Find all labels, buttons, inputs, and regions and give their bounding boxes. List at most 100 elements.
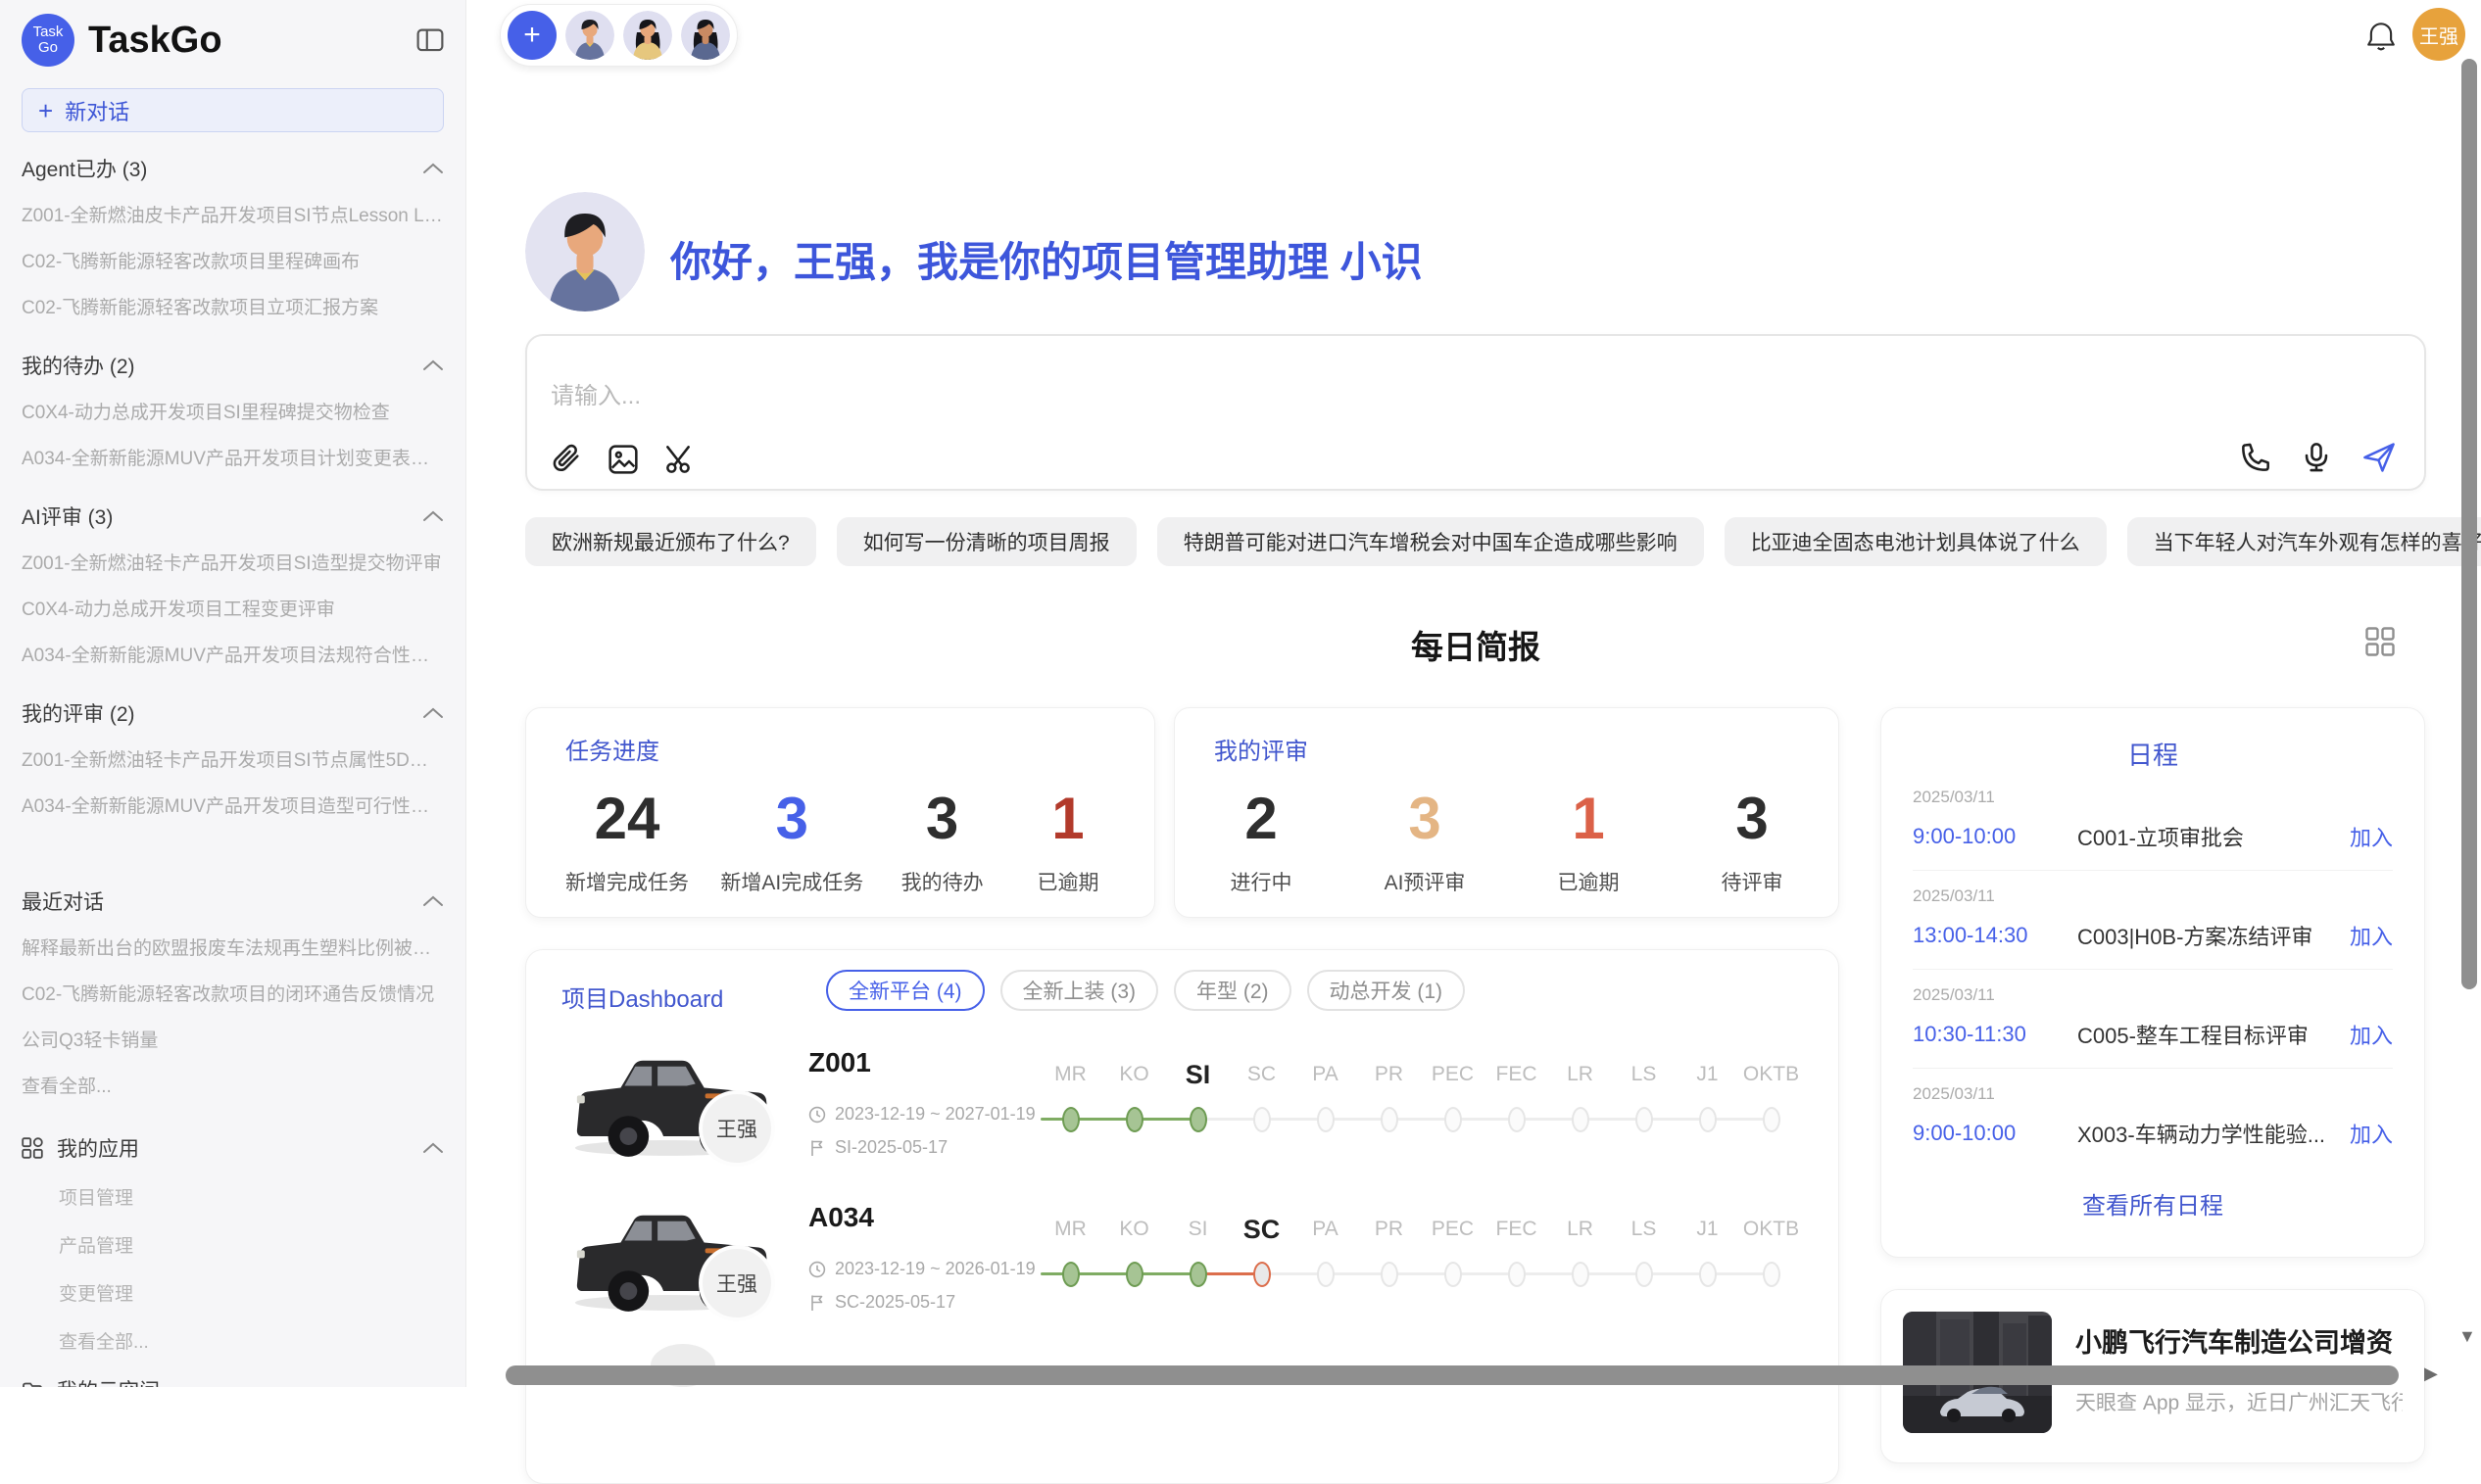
scissors-icon[interactable] — [664, 444, 696, 475]
app-item[interactable]: 变更管理 — [22, 1269, 444, 1316]
dashboard-tab[interactable]: 全新上装 (3) — [1000, 970, 1159, 1011]
app-item[interactable]: 项目管理 — [22, 1173, 444, 1221]
send-icon[interactable] — [2361, 440, 2397, 475]
milestone-dot-pending — [1635, 1262, 1653, 1287]
suggestion-chip[interactable]: 特朗普可能对进口汽车增税会对中国车企造成哪些影响 — [1157, 517, 1704, 566]
sidebar-item[interactable]: Z001-全新燃油皮卡产品开发项目SI节点Lesson Learn报告 — [22, 191, 444, 237]
image-icon[interactable] — [608, 444, 639, 475]
sidebar-item[interactable]: A034-全新新能源MUV产品开发项目法规符合性评审 — [22, 631, 444, 677]
milestone-label: PR — [1357, 1218, 1421, 1241]
sidebar-item[interactable]: C02-飞腾新能源轻客改款项目里程碑画布 — [22, 237, 444, 283]
milestone-dot-done — [1062, 1107, 1080, 1132]
milestone-dot-pending — [1444, 1262, 1462, 1287]
stat: 1已逾期 — [1021, 788, 1115, 896]
chevron-up-icon — [422, 895, 444, 907]
chevron-up-icon — [422, 359, 444, 371]
stat: 24新增完成任务 — [565, 788, 689, 896]
milestone-label: J1 — [1676, 1063, 1739, 1086]
scroll-down-arrow-icon[interactable]: ▼ — [2458, 1326, 2476, 1347]
agent-avatar[interactable] — [681, 11, 730, 60]
sidebar-item[interactable]: 解释最新出台的欧盟报废车法规再生塑料比例被调至15%... — [22, 924, 444, 970]
project-row[interactable]: 王强A0342023-12-19 ~ 2026-01-19SC-2025-05-… — [526, 1182, 1838, 1337]
suggestion-chip[interactable]: 比亚迪全固态电池计划具体说了什么 — [1725, 517, 2107, 566]
dashboard-tabs: 全新平台 (4) 全新上装 (3) 年型 (2) 动总开发 (1) — [826, 970, 1465, 1011]
brief-layout-grid-icon[interactable] — [2365, 627, 2395, 656]
app-item[interactable]: 查看全部... — [22, 1316, 444, 1364]
join-link[interactable]: 加入 — [2350, 1019, 2393, 1050]
join-link[interactable]: 加入 — [2350, 1118, 2393, 1149]
suggestion-chip[interactable]: 如何写一份清晰的项目周报 — [837, 517, 1137, 566]
dashboard-tab[interactable]: 全新平台 (4) — [826, 970, 985, 1011]
milestone-label: SI — [1166, 1060, 1230, 1090]
sidebar-link-folder[interactable]: 我的云空间 — [22, 1364, 444, 1387]
schedule-time: 9:00-10:00 — [1913, 1121, 2077, 1146]
milestone-label: OKTB — [1739, 1063, 1803, 1086]
milestone-label: SC — [1230, 1063, 1293, 1086]
my-review-card: 我的评审 2进行中3AI预评审1已逾期3待评审 — [1174, 707, 1839, 918]
agent-avatar[interactable] — [565, 11, 614, 60]
stat-label: 已逾期 — [1541, 867, 1635, 896]
section-title: Agent已办 (3) — [22, 154, 147, 183]
collapse-sidebar-icon[interactable] — [416, 28, 444, 52]
schedule-item: 2025/03/119:00-10:00X003-车辆动力学性能验...加入 — [1913, 1069, 2393, 1167]
join-link[interactable]: 加入 — [2350, 821, 2393, 852]
sidebar-item[interactable]: C0X4-动力总成开发项目工程变更评审 — [22, 585, 444, 631]
section-header[interactable]: 我的待办 (2) — [22, 343, 444, 388]
milestone-dot-pending — [1508, 1107, 1526, 1132]
sidebar-item[interactable]: A034-全新新能源MUV产品开发项目造型可行性评审 — [22, 782, 444, 828]
scroll-right-arrow-icon[interactable]: ▶ — [2424, 1364, 2438, 1384]
sidebar-item[interactable]: C02-飞腾新能源轻客改款项目立项汇报方案 — [22, 283, 444, 329]
dashboard-tab[interactable]: 年型 (2) — [1174, 970, 1291, 1011]
sidebar-item[interactable]: Z001-全新燃油轻卡产品开发项目SI节点属性5D文件评审 — [22, 736, 444, 782]
sidebar-item[interactable]: Z001-全新燃油轻卡产品开发项目SI造型提交物评审 — [22, 539, 444, 585]
stat: 2进行中 — [1214, 788, 1308, 896]
join-link[interactable]: 加入 — [2350, 920, 2393, 951]
section-header[interactable]: 我的评审 (2) — [22, 691, 444, 736]
dashboard-tab[interactable]: 动总开发 (1) — [1307, 970, 1466, 1011]
task-progress-card: 任务进度 24新增完成任务3新增AI完成任务3我的待办1已逾期 — [525, 707, 1155, 918]
milestone-dot-pending — [1317, 1262, 1335, 1287]
stat: 3待评审 — [1705, 788, 1799, 896]
project-owner-avatar: 王强 — [699, 1090, 775, 1167]
stat-value: 3 — [1378, 788, 1472, 849]
section-header[interactable]: Agent已办 (3) — [22, 146, 444, 191]
chevron-up-icon — [422, 510, 444, 522]
view-all-schedule-link[interactable]: 查看所有日程 — [1913, 1186, 2393, 1221]
section-header[interactable]: AI评审 (3) — [22, 494, 444, 539]
agent-avatar[interactable] — [623, 11, 672, 60]
project-flag: SC-2025-05-17 — [808, 1292, 955, 1313]
news-title: 小鹏飞行汽车制造公司增资 — [2075, 1321, 2403, 1360]
sidebar-item[interactable]: C0X4-动力总成开发项目SI里程碑提交物检查 — [22, 388, 444, 434]
new-chat-button[interactable]: + 新对话 — [22, 88, 444, 132]
app-item[interactable]: 产品管理 — [22, 1221, 444, 1269]
card-title: 任务进度 — [565, 732, 1115, 766]
phone-icon[interactable] — [2240, 442, 2271, 473]
sidebar-item[interactable]: 公司Q3轻卡销量 — [22, 1016, 444, 1062]
suggestion-chip[interactable]: 欧洲新规最近颁布了什么? — [525, 517, 816, 566]
flag-icon — [808, 1139, 826, 1157]
stat-value: 3 — [896, 788, 990, 849]
vertical-scrollbar-thumb[interactable] — [2461, 59, 2477, 989]
date-range: 2023-12-19 ~ 2027-01-19 — [835, 1104, 1036, 1125]
my-apps-header[interactable]: 我的应用 — [22, 1124, 444, 1173]
suggestion-chip[interactable]: 当下年轻人对汽车外观有怎样的喜好趋势 — [2127, 517, 2481, 566]
clock-icon — [808, 1106, 826, 1124]
topbar-agents-pill: + — [500, 4, 738, 67]
attachment-icon[interactable] — [551, 444, 582, 475]
sidebar-item[interactable]: 查看全部... — [22, 1062, 444, 1108]
sidebar-item[interactable]: C02-飞腾新能源轻客改款项目的闭环通告反馈情况 — [22, 970, 444, 1016]
microphone-icon[interactable] — [2301, 442, 2332, 473]
project-dates: 2023-12-19 ~ 2027-01-19 — [808, 1104, 1036, 1125]
horizontal-scrollbar-thumb[interactable] — [506, 1365, 2399, 1385]
add-agent-button[interactable]: + — [508, 11, 557, 60]
user-avatar[interactable]: 王强 — [2412, 8, 2465, 61]
app-logo: Task Go — [22, 14, 74, 67]
section-title: 最近对话 — [22, 886, 104, 916]
stat-value: 1 — [1021, 788, 1115, 849]
chat-input[interactable] — [551, 383, 1922, 410]
notifications-bell-icon[interactable] — [2365, 20, 2397, 53]
sidebar-item[interactable]: A034-全新新能源MUV产品开发项目计划变更表编写 — [22, 434, 444, 480]
project-row[interactable]: 王强Z0012023-12-19 ~ 2027-01-19SI-2025-05-… — [526, 1028, 1838, 1182]
section-header[interactable]: 最近对话 — [22, 879, 444, 924]
stat-value: 3 — [1705, 788, 1799, 849]
